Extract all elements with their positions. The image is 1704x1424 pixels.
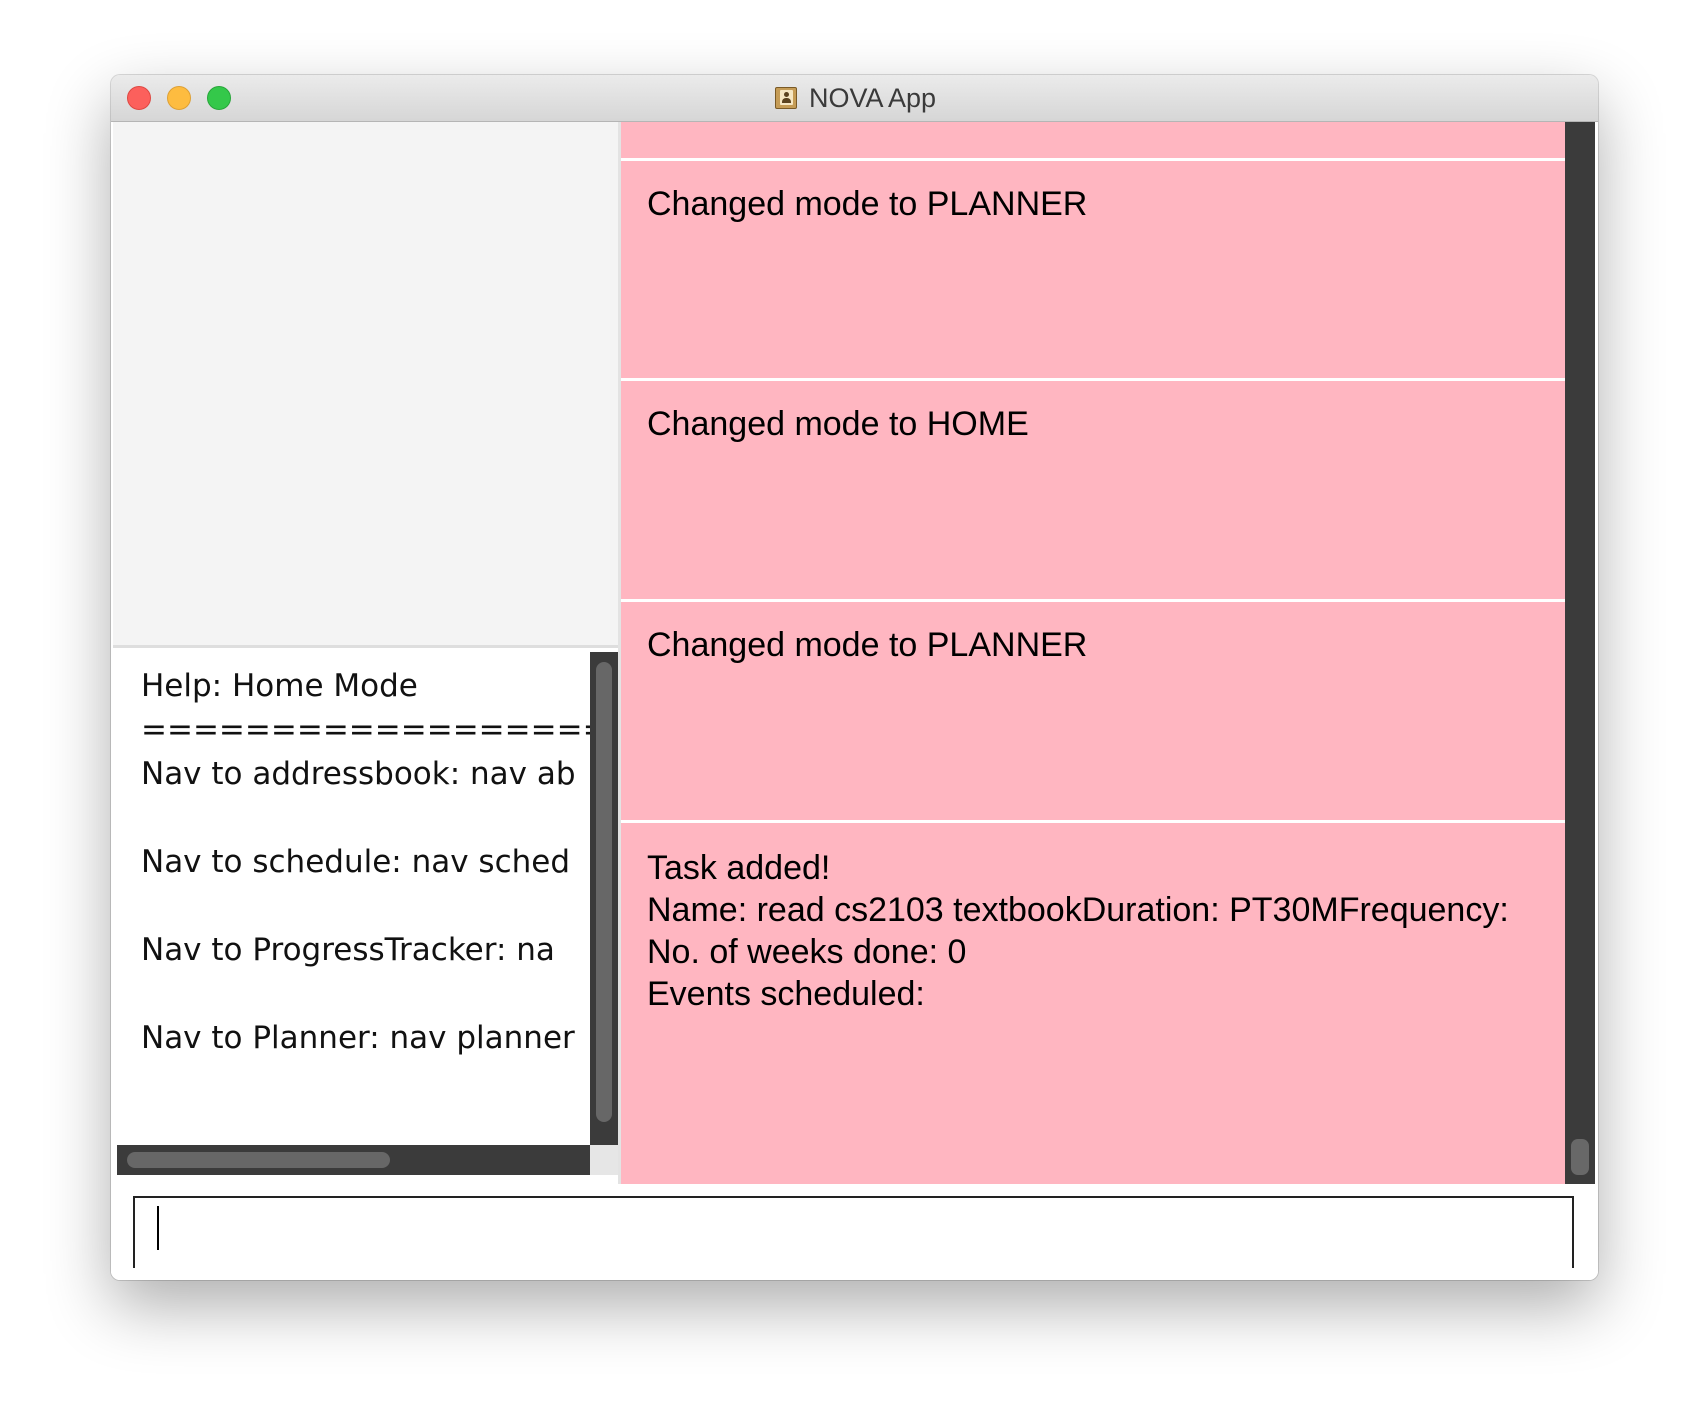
left-panel-divider[interactable] — [113, 645, 618, 648]
result-list[interactable]: Changed mode to PLANNER Changed mode to … — [621, 122, 1565, 1184]
result-card-text: Changed mode to HOME — [647, 405, 1029, 443]
result-list-scroll-thumb[interactable] — [1571, 1139, 1589, 1175]
scrollbar-corner — [590, 1145, 618, 1175]
command-bar — [111, 1184, 1598, 1280]
help-vertical-scrollbar[interactable] — [590, 652, 618, 1145]
title-bar[interactable]: NOVA App — [111, 75, 1598, 122]
help-panel[interactable]: Help: Home Mode =================== Nav … — [117, 652, 590, 1145]
left-top-panel — [113, 122, 618, 645]
help-text: Help: Home Mode =================== Nav … — [141, 668, 590, 1056]
result-card-text: Task added! Name: read cs2103 textbookDu… — [647, 849, 1509, 1013]
window-title: NOVA App — [808, 82, 937, 113]
app-window: NOVA App Help: Home Mode ===============… — [111, 75, 1598, 1280]
result-card-text: Changed mode to PLANNER — [647, 626, 1088, 664]
address-book-icon — [773, 86, 799, 110]
help-vertical-scroll-thumb[interactable] — [596, 662, 612, 1122]
result-card-text: Changed mode to PLANNER — [647, 185, 1088, 223]
help-horizontal-scrollbar[interactable] — [117, 1145, 590, 1175]
window-title-group: NOVA App — [111, 75, 1598, 121]
command-input[interactable] — [133, 1196, 1574, 1268]
result-card[interactable]: Task added! Name: read cs2103 textbookDu… — [621, 823, 1565, 1184]
help-horizontal-scroll-thumb[interactable] — [127, 1152, 390, 1168]
result-card[interactable]: Changed mode to HOME — [621, 381, 1565, 599]
result-card[interactable]: Changed mode to PLANNER — [621, 602, 1565, 820]
result-card[interactable]: Changed mode to PLANNER — [621, 161, 1565, 378]
result-list-scrollbar[interactable] — [1565, 122, 1595, 1184]
text-caret — [157, 1206, 159, 1250]
main-content: Help: Home Mode =================== Nav … — [111, 122, 1598, 1280]
result-card[interactable] — [621, 122, 1565, 158]
